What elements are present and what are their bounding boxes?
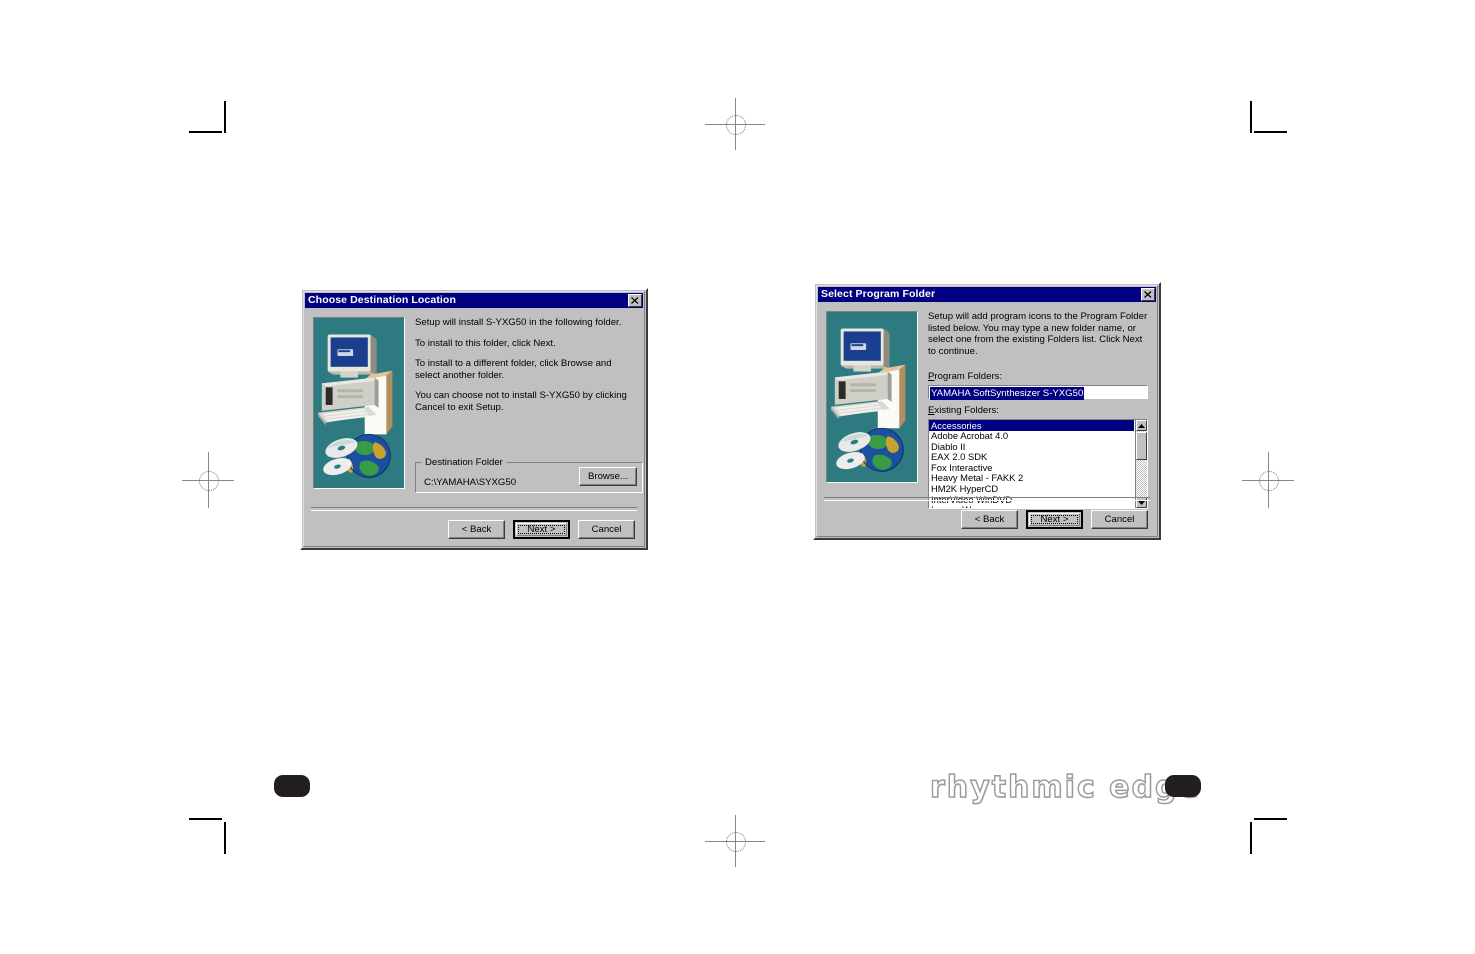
cancel-button[interactable]: Cancel [1091,510,1148,529]
listbox-scrollbar[interactable] [1135,420,1147,508]
next-button[interactable]: Next > [513,520,570,539]
computer-box-globe-illustration [314,318,404,488]
paragraph-4: You can choose not to install S-YXG50 by… [415,390,627,413]
paragraph-3: To install to a different folder, click … [415,358,612,381]
list-item[interactable]: Diablo II [929,441,1134,452]
existing-folders-label: Existing Folders: [928,405,999,416]
crop-mark-top-right-h [1254,131,1287,133]
browse-button[interactable]: Browse... [579,467,637,486]
cancel-button-label: Cancel [1104,514,1135,525]
registration-mark-top-center [705,98,765,150]
dialog-title: Choose Destination Location [308,294,456,306]
existing-folders-label-text: xisting Folders: [934,405,999,416]
back-button[interactable]: < Back [448,520,505,539]
dialog-button-row: < Back Next > Cancel [448,520,635,539]
crop-mark-bottom-left-h [189,818,222,820]
scroll-up-arrow-icon[interactable] [1136,420,1147,431]
close-icon[interactable] [1141,288,1155,301]
cancel-button-label: Cancel [591,524,622,535]
dialog-title: Select Program Folder [821,288,936,300]
destination-folder-legend: Destination Folder [422,457,506,468]
crop-mark-bottom-right-v [1250,822,1252,854]
installer-illustration [313,317,405,489]
list-item[interactable]: IomegaWare [929,505,1134,508]
cancel-button[interactable]: Cancel [578,520,635,539]
titlebar[interactable]: Select Program Folder [818,287,1156,302]
program-folders-label-text: rogram Folders: [934,371,1003,382]
list-item[interactable]: Fox Interactive [929,462,1134,473]
button-separator [311,507,637,511]
registration-mark-left-middle [182,452,234,508]
button-separator [824,497,1150,501]
dialog-button-row: < Back Next > Cancel [961,510,1148,529]
select-program-folder-dialog[interactable]: Select Program Folder Setup will add pro… [813,282,1161,540]
page-marker-right [1165,775,1201,797]
crop-mark-top-right-v [1250,101,1252,133]
dialog-body: Setup will add program icons to the Prog… [820,304,1154,533]
program-folder-input[interactable]: YAMAHA SoftSynthesizer S-YXG50 [928,385,1148,400]
list-item[interactable]: Heavy Metal - FAKK 2 [929,473,1134,484]
back-button-label: < Back [461,524,492,535]
list-item[interactable]: Adobe Acrobat 4.0 [929,431,1134,442]
back-button[interactable]: < Back [961,510,1018,529]
computer-box-globe-illustration [827,312,917,482]
scrollbar-thumb[interactable] [1136,432,1147,460]
page-marker-left [274,775,310,797]
registration-mark-right-middle [1242,452,1294,508]
paragraph-1: Setup will add program icons to the Prog… [928,311,1148,357]
browse-button-label: Browse... [588,471,628,482]
registration-mark-bottom-center [705,815,765,867]
existing-folders-list: Accessories Adobe Acrobat 4.0 Diablo II … [929,420,1134,508]
existing-folders-listbox[interactable]: Accessories Adobe Acrobat 4.0 Diablo II … [928,419,1148,509]
next-button[interactable]: Next > [1026,510,1083,529]
crop-mark-top-left-h [189,131,222,133]
back-button-label: < Back [974,514,1005,525]
brand-logo: rhythmic edge [929,769,1201,805]
crop-mark-top-left-v [224,101,226,133]
paragraph-1: Setup will install S-YXG50 in the follow… [415,317,622,328]
destination-folder-path: C:\YAMAHA\SYXG50 [424,477,517,488]
close-icon[interactable] [628,294,642,307]
dialog-body: Setup will install S-YXG50 in the follow… [307,310,643,543]
paragraph-2: To install to this folder, click Next. [415,337,556,349]
titlebar[interactable]: Choose Destination Location [305,293,643,308]
list-item[interactable]: EAX 2.0 SDK [929,452,1134,463]
program-folders-label: Program Folders: [928,371,1003,382]
installer-illustration [826,311,918,483]
list-item[interactable]: HM2K HyperCD [929,484,1134,495]
crop-mark-bottom-right-h [1254,818,1287,820]
crop-mark-bottom-left-v [224,822,226,854]
choose-destination-location-dialog[interactable]: Choose Destination Location Setup will i… [300,288,648,550]
program-folder-value: YAMAHA SoftSynthesizer S-YXG50 [930,387,1085,400]
list-item[interactable]: Accessories [929,420,1134,431]
